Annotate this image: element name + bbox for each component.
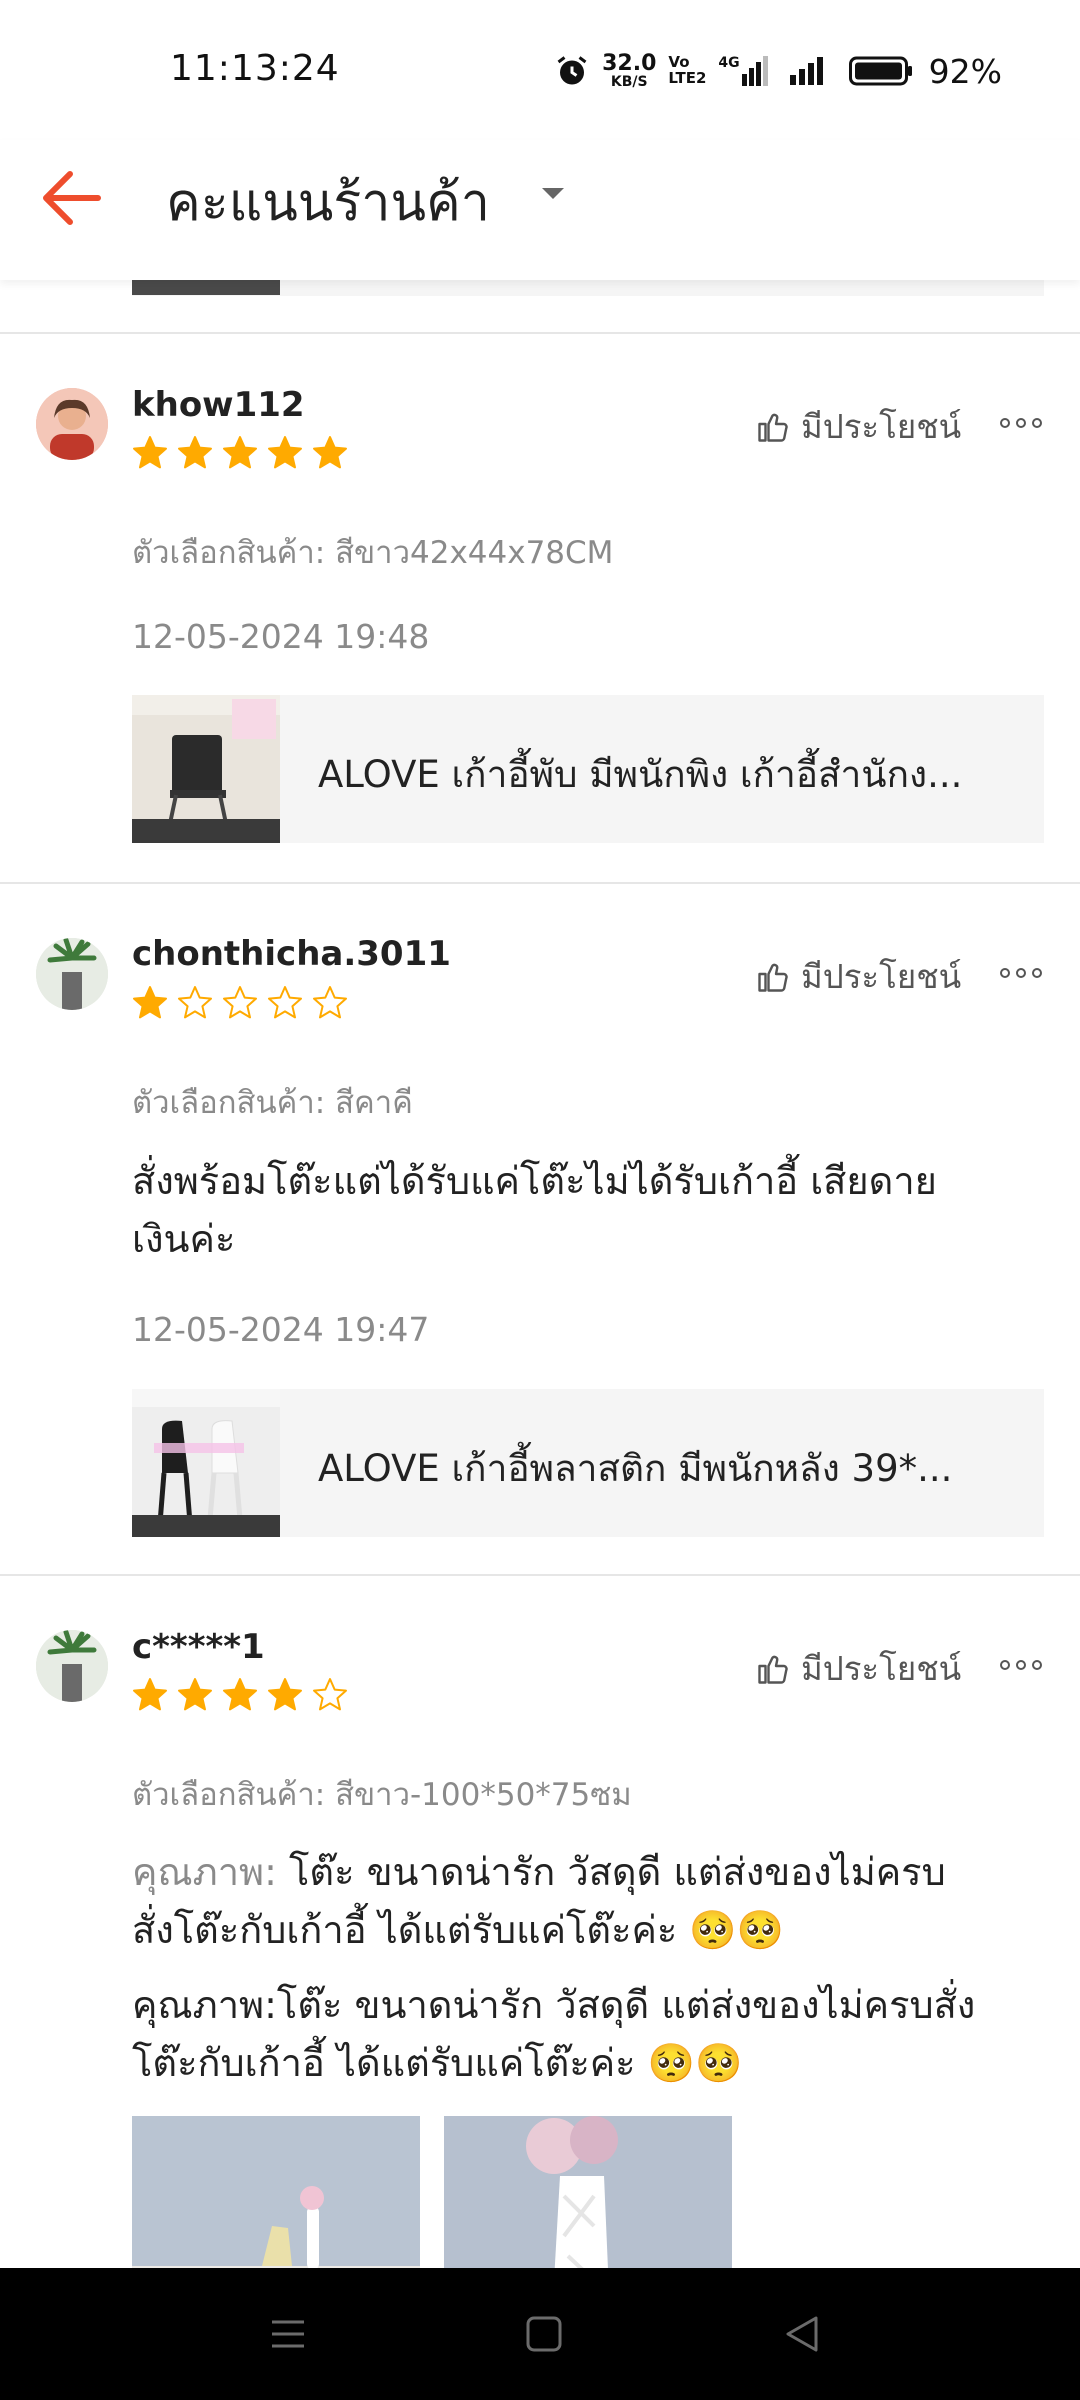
star-filled-icon <box>268 1678 302 1711</box>
thumbs-up-icon <box>758 1655 788 1684</box>
reviewer-username[interactable]: chonthicha.3011 <box>132 934 451 974</box>
avatar-image <box>36 938 108 1010</box>
system-navigation-bar <box>0 2268 1080 2400</box>
avatar[interactable] <box>36 388 108 460</box>
avatar[interactable] <box>36 1630 108 1702</box>
avatar[interactable] <box>36 938 108 1010</box>
back-nav-icon[interactable] <box>782 2314 822 2354</box>
star-filled-icon <box>223 436 257 469</box>
product-title[interactable]: ALOVE เก้าอี้พลาสติก มีพนักหลัง 39*... <box>318 1439 1018 1498</box>
divider <box>0 1574 1080 1576</box>
star-empty-icon <box>313 1678 347 1711</box>
back-button[interactable] <box>36 160 112 236</box>
helpful-label: มีประโยชน์ <box>801 1649 962 1688</box>
quality-line: สั่งโต๊ะกับเก้าอี้ ได้แต่รับแค่โต๊ะค่ะ 🥺… <box>132 1908 785 1952</box>
review-comment: สั่งพร้อมโต๊ะแต่ได้รับแค่โต๊ะไม่ได้รับเก… <box>132 1152 1052 1268</box>
volte-bottom: LTE2 <box>668 69 707 87</box>
star-rating <box>132 1677 348 1713</box>
more-icon[interactable] <box>1000 968 1042 978</box>
quality-line: คุณภาพ: โต๊ะ ขนาดน่ารัก วัสดุดี แต่ส่งขอ… <box>132 1843 1052 1901</box>
battery-icon <box>848 56 912 86</box>
product-variation: ตัวเลือกสินค้า: สีขาว-100*50*75ซม <box>132 1777 632 1813</box>
home-icon[interactable] <box>524 2314 564 2354</box>
volte-indicator: Vo LTE2 <box>668 54 707 87</box>
signal-icon: 4G <box>718 55 768 86</box>
more-icon[interactable] <box>1000 1660 1042 1670</box>
review-comment-line: สั่งพร้อมโต๊ะแต่ได้รับแค่โต๊ะไม่ได้รับเก… <box>132 1159 937 1203</box>
avatar-image <box>36 388 108 460</box>
star-filled-icon <box>133 986 167 1019</box>
review-photo[interactable] <box>132 2116 420 2268</box>
alarm-icon <box>557 56 587 85</box>
page-title[interactable]: คะแนนร้านค้า <box>166 160 490 243</box>
review-comment-line: โต๊ะกับเก้าอี้ ได้แต่รับแค่โต๊ะค่ะ 🥺🥺 <box>132 2041 743 2085</box>
review-photo[interactable] <box>444 2116 732 2268</box>
review-comment: คุณภาพ:โต๊ะ ขนาดน่ารัก วัสดุดี แต่ส่งของ… <box>132 1976 1052 2092</box>
thumbs-up-icon <box>758 963 788 992</box>
status-time: 11:13:24 <box>170 48 340 89</box>
status-indicators: 32.0 KB/S Vo LTE2 4G 92% <box>554 46 1002 96</box>
review-comment-line: คุณภาพ:โต๊ะ ขนาดน่ารัก วัสดุดี แต่ส่งของ… <box>132 1983 976 2027</box>
helpful-button[interactable]: มีประโยชน์ <box>755 950 961 1003</box>
caret-down-icon[interactable] <box>540 186 566 202</box>
star-empty-icon <box>313 986 347 1019</box>
star-rating <box>132 435 348 471</box>
review-feed[interactable]: khow112 มีประโยชน์ ตัวเลือกสินค้า: สีขาว… <box>0 0 1080 2268</box>
battery-percent: 92% <box>928 51 1002 91</box>
star-filled-icon <box>268 436 302 469</box>
product-variation: ตัวเลือกสินค้า: สีคาคี <box>132 1085 413 1121</box>
network-speed-value: 32.0 <box>602 51 657 76</box>
avatar-image <box>36 1630 108 1702</box>
star-filled-icon <box>178 436 212 469</box>
divider <box>0 882 1080 884</box>
helpful-button[interactable]: มีประโยชน์ <box>755 400 961 453</box>
back-arrow-icon <box>43 171 101 225</box>
product-thumbnail <box>132 1389 280 1537</box>
helpful-button[interactable]: มีประโยชน์ <box>755 1642 961 1695</box>
divider <box>0 332 1080 334</box>
quality-value: โต๊ะ ขนาดน่ารัก วัสดุดี แต่ส่งของไม่ครบ <box>276 1850 946 1894</box>
menu-icon[interactable] <box>268 2314 308 2354</box>
helpful-label: มีประโยชน์ <box>801 407 962 446</box>
star-empty-icon <box>178 986 212 1019</box>
helpful-label: มีประโยชน์ <box>801 957 962 996</box>
star-empty-icon <box>223 986 257 1019</box>
reviewer-username[interactable]: khow112 <box>132 385 305 425</box>
product-variation: ตัวเลือกสินค้า: สีขาว42x44x78CM <box>132 535 614 571</box>
product-thumbnail <box>132 695 280 843</box>
reviewer-username[interactable]: c*****1 <box>132 1627 265 1667</box>
star-filled-icon <box>178 1678 212 1711</box>
status-bar: 11:13:24 32.0 KB/S Vo LTE2 4G 92% <box>0 0 1080 140</box>
app-header <box>0 140 1080 280</box>
product-card[interactable]: ALOVE เก้าอี้พลาสติก มีพนักหลัง 39*... <box>132 1389 1044 1537</box>
network-speed: 32.0 KB/S <box>602 51 657 90</box>
star-filled-icon <box>133 1678 167 1711</box>
star-empty-icon <box>268 986 302 1019</box>
review-date: 12-05-2024 19:48 <box>132 617 430 656</box>
signal-icon <box>789 57 823 85</box>
star-filled-icon <box>313 436 347 469</box>
star-filled-icon <box>223 1678 257 1711</box>
review-comment-line: เงินค่ะ <box>132 1217 236 1261</box>
network-speed-unit: KB/S <box>610 74 648 90</box>
more-icon[interactable] <box>1000 418 1042 428</box>
star-rating <box>132 985 348 1021</box>
quality-attribute: คุณภาพ: โต๊ะ ขนาดน่ารัก วัสดุดี แต่ส่งขอ… <box>132 1843 1052 1959</box>
quality-label: คุณภาพ: <box>132 1850 277 1894</box>
product-title[interactable]: ALOVE เก้าอี้พับ มีพนักพิง เก้าอี้สำนักง… <box>318 745 1018 804</box>
star-filled-icon <box>133 436 167 469</box>
thumbs-up-icon <box>758 413 788 442</box>
product-card[interactable]: ALOVE เก้าอี้พับ มีพนักพิง เก้าอี้สำนักง… <box>132 695 1044 843</box>
network-type: 4G <box>718 55 740 71</box>
review-date: 12-05-2024 19:47 <box>132 1310 430 1349</box>
